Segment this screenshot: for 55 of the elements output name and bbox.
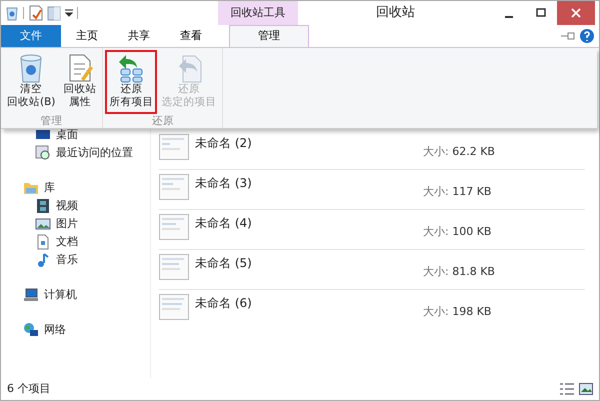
- nav-item[interactable]: 库: [44, 180, 55, 196]
- nav-item[interactable]: 桌面: [56, 126, 78, 144]
- network-icon: [23, 322, 39, 338]
- toolbar-separator-icon: [23, 7, 25, 19]
- context-tab-group: 回收站工具: [218, 1, 298, 25]
- nav-item[interactable]: 网络: [44, 322, 66, 338]
- file-name[interactable]: 未命名 (6): [195, 294, 423, 312]
- details-view-icon[interactable]: [560, 383, 574, 395]
- maximize-icon: [536, 8, 546, 18]
- pin-icon[interactable]: [560, 31, 577, 41]
- library-folder-icon: [23, 180, 39, 196]
- music-note-icon: [35, 252, 51, 268]
- nav-item[interactable]: 最近访问的位置: [56, 144, 133, 162]
- file-size: 大小: 117 KB: [423, 184, 492, 200]
- nav-item[interactable]: 视频: [56, 198, 78, 214]
- help-icon[interactable]: [580, 29, 594, 43]
- file-thumbnail-icon: [159, 294, 189, 320]
- minimize-icon: [505, 16, 513, 18]
- file-name[interactable]: 未命名 (5): [195, 254, 423, 272]
- dropdown-icon[interactable]: [65, 9, 73, 17]
- file-size: 大小: 62.2 KB: [423, 144, 495, 160]
- nav-item[interactable]: 图片: [56, 216, 78, 232]
- ribbon-button[interactable]: 回收站 属性: [59, 50, 100, 114]
- large-icons-view-icon[interactable]: [579, 383, 593, 395]
- nav-item[interactable]: 计算机: [44, 286, 77, 304]
- file-name[interactable]: 未命名 (2): [195, 134, 423, 152]
- ribbon-tab[interactable]: 管理: [229, 25, 309, 47]
- film-icon: [35, 198, 51, 214]
- file-thumbnail-icon: [159, 254, 189, 280]
- window-title: 回收站: [376, 4, 415, 22]
- nav-item[interactable]: 音乐: [56, 252, 78, 268]
- ribbon-tab[interactable]: 文件: [1, 25, 61, 47]
- file-name[interactable]: 未命名 (4): [195, 214, 423, 232]
- file-size: 大小: 81.8 KB: [423, 264, 495, 280]
- group-label: 还原: [150, 114, 175, 128]
- recent-places-icon: [35, 145, 51, 161]
- file-thumbnail-icon: [159, 134, 189, 160]
- close-button[interactable]: [557, 1, 595, 25]
- document-icon: [35, 234, 51, 250]
- toolbar-separator-icon: [77, 7, 79, 19]
- image-icon: [35, 216, 51, 232]
- file-name[interactable]: 未命名 (3): [195, 174, 423, 192]
- nav-item[interactable]: 文档: [56, 234, 78, 250]
- file-size: 大小: 198 KB: [423, 304, 492, 320]
- ribbon-button[interactable]: 清空 回收站(B): [3, 50, 60, 114]
- ribbon-button[interactable]: 还原 所有项目: [105, 50, 158, 114]
- file-size: 大小: 100 KB: [423, 224, 492, 240]
- close-icon: [571, 8, 581, 18]
- file-thumbnail-icon: [159, 214, 189, 240]
- group-label: 管理: [40, 114, 64, 128]
- file-thumbnail-icon: [159, 174, 189, 200]
- properties-icon[interactable]: [29, 5, 43, 21]
- computer-icon: [23, 287, 39, 303]
- recycle-bin-icon[interactable]: [5, 5, 19, 21]
- status-text: 6 个项目: [7, 380, 50, 397]
